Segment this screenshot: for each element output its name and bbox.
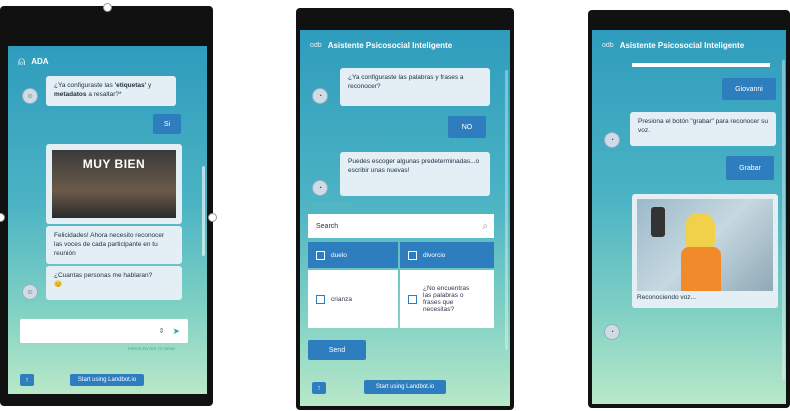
recording-card: Reconociendo voz... <box>632 194 778 308</box>
option-divorcio[interactable]: divorcio <box>400 242 494 268</box>
chat-header: ⍝ ADA <box>8 46 207 76</box>
bot-avatar-icon: ◔ <box>312 180 328 196</box>
bot-avatar-icon: ◔ <box>604 132 620 148</box>
scrollbar[interactable] <box>202 166 205 256</box>
chat-title: Asistente Psicosocial Inteligente <box>327 40 453 50</box>
resize-handle[interactable] <box>0 213 5 222</box>
scrollbar[interactable] <box>505 70 508 350</box>
bot-message: Felicidades! Ahora necesito reconocer la… <box>46 226 182 264</box>
send-icon[interactable]: ➤ <box>172 326 180 337</box>
phone-ada: ⍝ ADA ☺ ¿Ya configuraste las 'etiquetas'… <box>0 3 217 406</box>
bot-message: Puedes escoger algunas predeterminadas..… <box>340 152 490 196</box>
checkbox-icon <box>316 294 325 304</box>
ada-logo-icon: ⍝ <box>18 53 26 68</box>
text: ¿Ya configuraste las <box>54 82 115 89</box>
input-bar <box>632 63 770 67</box>
option-label: ¿No encuentras las palabras o frases que… <box>423 285 470 313</box>
record-button[interactable]: Grabar <box>726 156 774 180</box>
scroll-up-button[interactable]: ↑ <box>312 382 326 394</box>
phone-assistant-voice: odb Asistente Psicosocial Inteligente Gi… <box>588 10 790 408</box>
pick-hint: PICK ONE OR MORE <box>312 202 352 207</box>
option-label: divorcio <box>423 251 446 259</box>
logo-icon: odb <box>310 41 322 49</box>
gif-image: MUY BIEN <box>52 150 176 218</box>
resize-handle[interactable] <box>103 3 112 12</box>
scroll-up-button[interactable]: ↑ <box>20 374 34 386</box>
message-input[interactable]: ⇕ ➤ <box>20 319 188 343</box>
chat-title: ADA <box>31 56 49 66</box>
chat-header: odb Asistente Psicosocial Inteligente <box>592 30 786 60</box>
chat-title: Asistente Psicosocial Inteligente <box>619 40 745 50</box>
search-placeholder: Search <box>316 222 339 230</box>
checkbox-icon <box>408 250 417 260</box>
search-input[interactable]: Search ⌕ <box>308 214 494 238</box>
logo-icon: odb <box>602 41 614 49</box>
reply-no-button[interactable]: NO <box>448 116 486 138</box>
option-label: crianza <box>331 295 352 303</box>
bot-avatar-icon: ☺ <box>22 88 38 104</box>
gif-card: MUY BIEN <box>46 144 182 224</box>
bot-avatar-icon: ☺ <box>22 284 38 300</box>
reply-yes-button[interactable]: Si <box>153 114 181 134</box>
chat-screen: odb Asistente Psicosocial Inteligente Gi… <box>592 30 786 404</box>
checkbox-icon <box>408 294 417 304</box>
bot-message: ¿Ya configuraste las palabras y frases a… <box>340 68 490 106</box>
attach-icon[interactable]: ⇕ <box>159 327 165 335</box>
chat-screen: ⍝ ADA ☺ ¿Ya configuraste las 'etiquetas'… <box>8 46 207 394</box>
emoji-icon: 😊 <box>54 280 63 288</box>
bot-message: ¿Ya configuraste las 'etiquetas' y metad… <box>46 76 176 106</box>
option-label: duelo <box>331 251 347 259</box>
text: ¿Cuantas personas me hablaran? <box>54 272 153 279</box>
text: y <box>146 82 152 89</box>
bot-message: ¿Cuantas personas me hablaran? 😊 <box>46 266 182 300</box>
option-crianza[interactable]: crianza <box>308 270 398 328</box>
chat-screen: odb Asistente Psicosocial Inteligente ◔ … <box>300 30 510 406</box>
landbot-link[interactable]: Start using Landbot.io <box>70 374 144 386</box>
bot-message: Presiona el botón "grabar" para reconoce… <box>630 112 776 146</box>
send-button[interactable]: Send <box>308 340 366 360</box>
character-icon <box>681 247 721 291</box>
recording-caption: Reconociendo voz... <box>637 294 696 301</box>
bot-avatar-icon: ◔ <box>312 88 328 104</box>
input-note: PRESS ENTER TO SEND <box>128 346 175 351</box>
text: 'etiquetas' <box>114 82 147 89</box>
recording-animation <box>637 199 773 291</box>
option-duelo[interactable]: duelo <box>308 242 398 268</box>
text: metadatos <box>54 90 87 98</box>
landbot-link[interactable]: Start using Landbot.io <box>364 380 446 394</box>
name-reply-button[interactable]: Giovanni <box>722 78 776 100</box>
option-custom[interactable]: ¿No encuentras las palabras o frases que… <box>400 270 494 328</box>
character-icon <box>685 213 715 249</box>
gif-caption: MUY BIEN <box>82 157 146 171</box>
phone-assistant-words: odb Asistente Psicosocial Inteligente ◔ … <box>296 8 514 410</box>
search-icon: ⌕ <box>482 220 488 232</box>
text: a resaltar?* <box>86 90 122 98</box>
resize-handle[interactable] <box>208 213 217 222</box>
checkbox-icon <box>316 250 325 260</box>
scrollbar[interactable] <box>782 60 785 380</box>
speaker-icon <box>651 207 665 237</box>
bot-avatar-icon: ◔ <box>604 324 620 340</box>
chat-header: odb Asistente Psicosocial Inteligente <box>300 30 510 60</box>
